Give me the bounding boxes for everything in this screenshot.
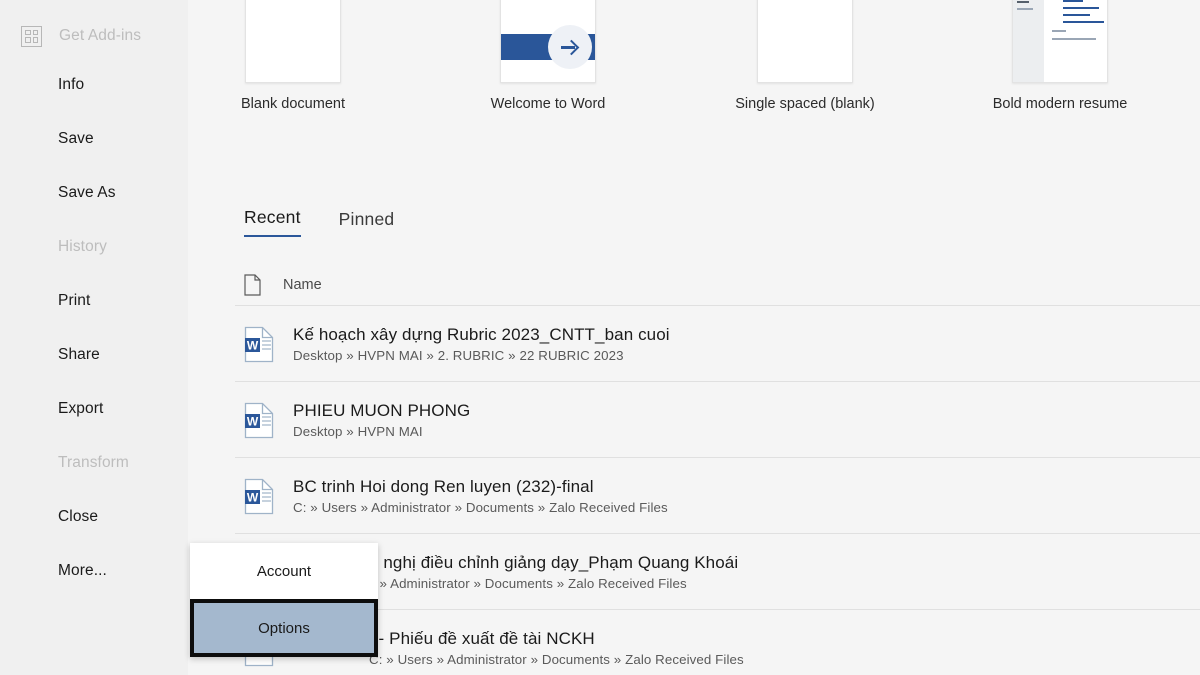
sidebar-item-close[interactable]: Close <box>0 490 188 544</box>
template-thumbnail-welcome-to-word <box>500 0 596 83</box>
backstage-context-menu: Account Options <box>190 543 378 657</box>
template-single-spaced[interactable]: Single spaced (blank) <box>730 0 880 112</box>
arrow-circle-icon <box>548 25 592 69</box>
sidebar-item-label-save: Save <box>58 130 94 147</box>
word-document-icon: W <box>244 478 274 515</box>
tab-recent[interactable]: Recent <box>244 207 301 237</box>
svg-text:W: W <box>247 414 259 428</box>
list-column-header: Name <box>244 269 1200 301</box>
document-path: C: » Users » Administrator » Documents »… <box>293 500 668 515</box>
table-row[interactable]: W PHIEU MUON PHONG Desktop » HVPN MAI <box>244 383 1200 457</box>
template-gallery: Blank document Welcome to Word Single sp… <box>188 0 1200 112</box>
sidebar-item-label-history: History <box>58 238 107 255</box>
template-thumbnail-blank-document <box>245 0 341 83</box>
table-row[interactable]: W BC trinh Hoi dong Ren luyen (232)-fina… <box>244 459 1200 533</box>
template-label-welcome-to-word: Welcome to Word <box>490 96 606 112</box>
template-thumbnail-single-spaced <box>757 0 853 83</box>
document-path: Desktop » HVPN MAI <box>293 424 423 439</box>
document-path: C: » Users » Administrator » Documents »… <box>369 652 744 667</box>
template-welcome-to-word[interactable]: Welcome to Word <box>473 0 623 112</box>
template-label-bold-modern-resume: Bold modern resume <box>992 96 1128 112</box>
document-title: PHIEU MUON PHONG <box>293 401 471 420</box>
template-bold-modern-resume[interactable]: Bold modern resume <box>985 0 1135 112</box>
template-label-single-spaced: Single spaced (blank) <box>735 96 875 112</box>
table-row[interactable]: W 3- Phiếu đề xuất đề tài NCKH C: » User… <box>244 611 1200 675</box>
svg-text:W: W <box>247 338 259 352</box>
sidebar-item-share[interactable]: Share <box>0 328 188 382</box>
sidebar-item-more[interactable]: More... <box>0 544 188 598</box>
column-header-name: Name <box>283 277 322 293</box>
sidebar-item-label-print: Print <box>58 292 91 309</box>
document-title: ề nghị điều chỉnh giảng dạy_Phạm Quang K… <box>369 553 739 572</box>
list-divider <box>235 381 1200 382</box>
document-title: Kế hoạch xây dựng Rubric 2023_CNTT_ban c… <box>293 325 670 344</box>
backstage-sidebar: Get Add-ins Info Save Save As History Pr… <box>0 0 188 675</box>
tab-label-pinned: Pinned <box>338 209 395 229</box>
sidebar-item-transform: Transform <box>0 436 188 490</box>
sidebar-item-label-share: Share <box>58 346 100 363</box>
sidebar-item-get-add-ins[interactable]: Get Add-ins <box>0 14 188 58</box>
sidebar-item-print[interactable]: Print <box>0 274 188 328</box>
sidebar-item-info[interactable]: Info <box>0 58 188 112</box>
table-row[interactable]: W ề nghị điều chỉnh giảng dạy_Phạm Quang… <box>244 535 1200 609</box>
tab-pinned[interactable]: Pinned <box>339 209 395 237</box>
recent-pinned-tabs: Recent Pinned <box>244 207 394 237</box>
list-divider <box>235 533 1200 534</box>
document-path: s » Administrator » Documents » Zalo Rec… <box>369 576 687 591</box>
document-title: BC trinh Hoi dong Ren luyen (232)-final <box>293 477 594 496</box>
word-backstage-screen: Get Add-ins Info Save Save As History Pr… <box>0 0 1200 675</box>
template-label-blank-document: Blank document <box>241 96 345 112</box>
template-thumbnail-bold-modern-resume <box>1012 0 1108 83</box>
svg-text:W: W <box>247 490 259 504</box>
sidebar-item-save-as[interactable]: Save As <box>0 166 188 220</box>
sidebar-item-label-save-as: Save As <box>58 184 116 201</box>
document-title: 3- Phiếu đề xuất đề tài NCKH <box>369 629 595 648</box>
sidebar-item-label-transform: Transform <box>58 454 129 471</box>
list-divider <box>235 457 1200 458</box>
grid-addins-icon <box>21 25 42 47</box>
menu-item-options[interactable]: Options <box>190 599 378 657</box>
sidebar-item-history: History <box>0 220 188 274</box>
document-path: Desktop » HVPN MAI » 2. RUBRIC » 22 RUBR… <box>293 348 624 363</box>
sidebar-item-label-more: More... <box>58 562 107 579</box>
page-icon <box>244 274 261 296</box>
table-row[interactable]: W Kế hoạch xây dựng Rubric 2023_CNTT_ban… <box>244 307 1200 381</box>
sidebar-item-export[interactable]: Export <box>0 382 188 436</box>
menu-item-label-account: Account <box>256 562 312 580</box>
sidebar-item-label-export: Export <box>58 400 104 417</box>
tab-label-recent: Recent <box>244 207 301 227</box>
sidebar-item-label-close: Close <box>58 508 99 525</box>
list-divider <box>235 305 1200 306</box>
sidebar-item-save[interactable]: Save <box>0 112 188 166</box>
menu-item-label-options: Options <box>258 619 310 637</box>
sidebar-item-label-get-add-ins: Get Add-ins <box>59 27 142 44</box>
menu-item-account[interactable]: Account <box>190 543 378 599</box>
word-document-icon: W <box>244 402 274 439</box>
template-blank-document[interactable]: Blank document <box>218 0 368 112</box>
sidebar-item-label-info: Info <box>58 76 85 93</box>
word-document-icon: W <box>244 326 274 363</box>
list-divider <box>235 609 1200 610</box>
